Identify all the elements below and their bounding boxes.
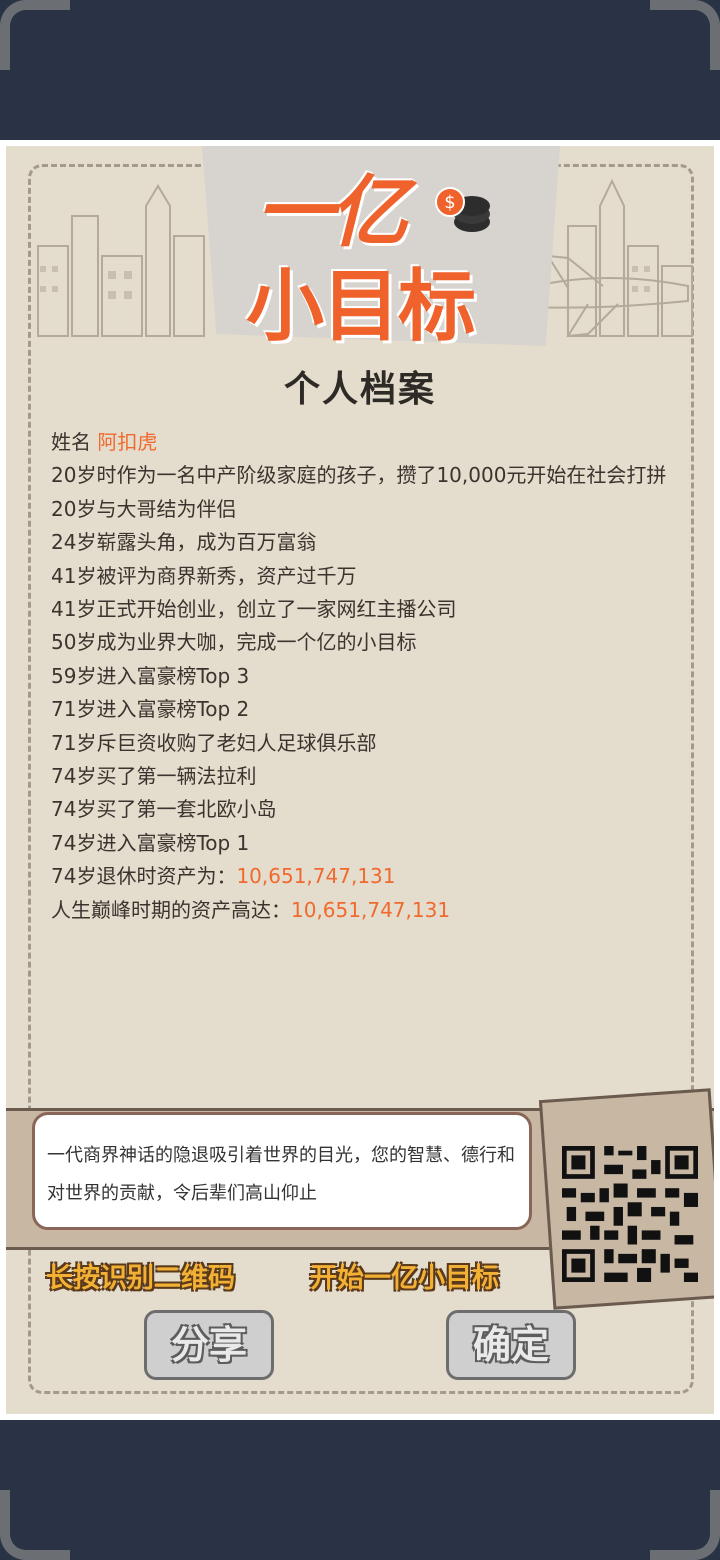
start-game-hint: 开始一亿小目标	[310, 1263, 499, 1294]
scan-qr-hint: 长按识别二维码	[46, 1263, 235, 1294]
life-event: 20岁时作为一名中产阶级家庭的孩子，攒了10,000元开始在社会打拼	[51, 463, 667, 488]
life-event: 71岁斥巨资收购了老妇人足球俱乐部	[51, 730, 377, 755]
peak-assets-label: 人生巅峰时期的资产高达：	[51, 897, 291, 922]
life-event: 74岁进入富豪榜Top 1	[51, 830, 250, 855]
life-event: 71岁进入富豪榜Top 2	[51, 697, 250, 722]
profile-card: 一亿 $ 小目标 个人档案 姓名 阿扣虎 20岁时作为一名中产阶级家庭的孩子，攒…	[0, 140, 720, 1420]
life-event: 74岁买了第一套北欧小岛	[51, 797, 277, 822]
life-event: 41岁被评为商界新秀，资产过千万	[51, 563, 357, 588]
name-value: 阿扣虎	[97, 430, 158, 454]
life-event: 74岁买了第一辆法拉利	[51, 764, 257, 789]
life-event: 41岁正式开始创业，创立了一家网红主播公司	[51, 597, 457, 622]
profile-bio: 姓名 阿扣虎 20岁时作为一名中产阶级家庭的孩子，攒了10,000元开始在社会打…	[51, 426, 671, 927]
top-frame	[0, 0, 720, 140]
name-label: 姓名	[51, 430, 91, 454]
life-event: 24岁崭露头角，成为百万富翁	[51, 530, 317, 555]
quote-box: 一代商界神话的隐退吸引着世界的目光，您的智慧、德行和对世界的贡献，令后辈们高山仰…	[32, 1112, 532, 1230]
corner-decoration	[0, 1490, 70, 1560]
life-event: 59岁进入富豪榜Top 3	[51, 663, 250, 688]
bottom-frame	[0, 1420, 720, 1560]
name-row: 姓名 阿扣虎	[51, 426, 671, 459]
logo-text-bottom: 小目标	[246, 262, 476, 352]
share-button[interactable]: 分享	[144, 1310, 274, 1380]
retire-assets-value: 10,651,747,131	[236, 864, 396, 889]
life-event: 50岁成为业界大咖，完成一个亿的小目标	[51, 630, 417, 655]
corner-decoration	[0, 0, 70, 70]
peak-assets-value: 10,651,747,131	[291, 897, 451, 922]
corner-decoration	[650, 0, 720, 70]
svg-text:$: $	[444, 192, 455, 213]
paper-background: 一亿 $ 小目标 个人档案 姓名 阿扣虎 20岁时作为一名中产阶级家庭的孩子，攒…	[6, 146, 714, 1414]
qr-code-icon[interactable]	[562, 1146, 698, 1282]
page-title: 个人档案	[283, 369, 436, 410]
life-event: 20岁与大哥结为伴侣	[51, 496, 237, 521]
retire-assets-row: 74岁退休时资产为：10,651,747,131	[51, 860, 671, 893]
corner-decoration	[650, 1490, 720, 1560]
coins-icon: $	[435, 187, 490, 232]
retire-assets-label: 74岁退休时资产为：	[51, 864, 237, 889]
confirm-button[interactable]: 确定	[446, 1310, 576, 1380]
peak-assets-row: 人生巅峰时期的资产高达：10,651,747,131	[51, 894, 671, 927]
